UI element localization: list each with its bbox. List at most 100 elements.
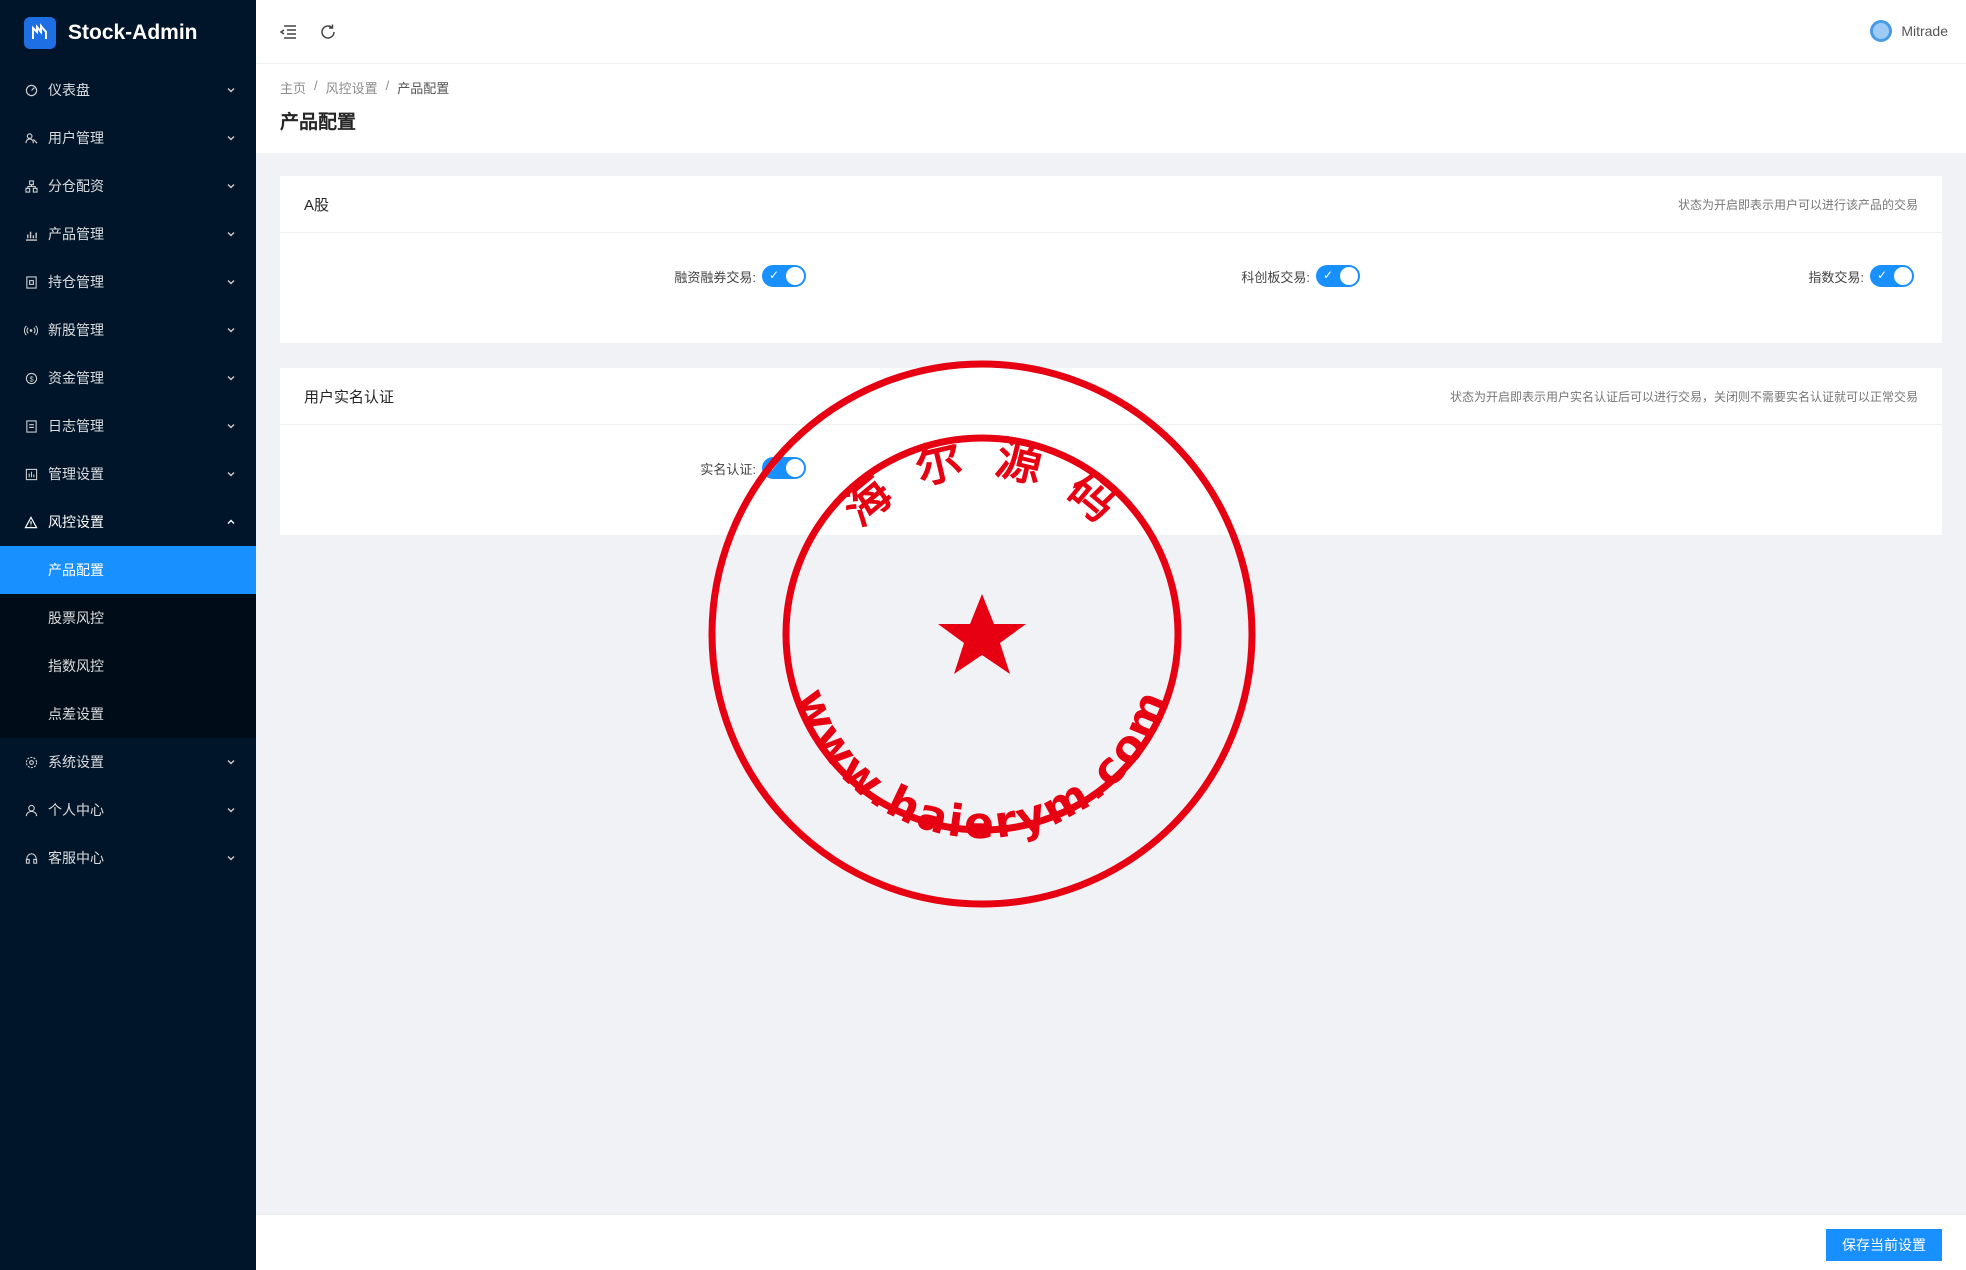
breadcrumb: 主页 / 风控设置 / 产品配置: [280, 78, 1942, 97]
card-title: 用户实名认证: [304, 388, 395, 406]
sidebar-item-label: 产品管理: [48, 226, 104, 242]
card-header: A股 状态为开启即表示用户可以进行该产品的交易: [280, 176, 1942, 233]
star-market-switch[interactable]: ✓: [1316, 265, 1360, 287]
realname-switch[interactable]: ✓: [762, 457, 806, 479]
breadcrumb-current: 产品配置: [397, 81, 450, 96]
card-hint: 状态为开启即表示用户实名认证后可以进行交易，关闭则不需要实名认证就可以正常交易: [1449, 389, 1918, 404]
field-label: 实名认证:: [700, 461, 756, 477]
sidebar-item-support[interactable]: 客服中心: [0, 834, 256, 882]
sidebar-item-label: 资金管理: [48, 370, 104, 386]
sidebar-item-logs[interactable]: 日志管理: [0, 402, 256, 450]
card-title: A股: [304, 196, 330, 214]
sidebar-item-users[interactable]: 用户管理: [0, 114, 256, 162]
sidebar-subitem-stock-risk[interactable]: 股票风控: [0, 594, 256, 642]
chevron-down-icon: [226, 373, 236, 383]
chevron-down-icon: [226, 133, 236, 143]
chevron-down-icon: [226, 757, 236, 767]
sidebar-item-label: 新股管理: [48, 322, 104, 338]
sidebar-item-system[interactable]: 系统设置: [0, 738, 256, 786]
sidebar-item-products[interactable]: 产品管理: [0, 210, 256, 258]
breadcrumb-separator: /: [314, 78, 318, 93]
index-trading-field: 指数交易: ✓: [1808, 265, 1914, 287]
breadcrumb-separator: /: [385, 78, 390, 93]
money-icon: $: [24, 371, 38, 385]
admin-icon: [24, 467, 38, 481]
page-title: 产品配置: [280, 112, 357, 133]
star-market-field: 科创板交易: ✓: [1241, 265, 1360, 287]
sidebar-item-admin[interactable]: 管理设置: [0, 450, 256, 498]
sidebar-item-allocation[interactable]: 分仓配资: [0, 162, 256, 210]
footer-bar: 保存当前设置: [256, 1214, 1966, 1270]
chevron-down-icon: [226, 85, 236, 95]
sidebar-item-label: 用户管理: [48, 130, 104, 146]
sidebar-subitem-product-config[interactable]: 产品配置: [0, 546, 256, 594]
chevron-down-icon: [226, 181, 236, 191]
cluster-icon: [24, 179, 38, 193]
sidebar-subitem-index-risk[interactable]: 指数风控: [0, 642, 256, 690]
chevron-down-icon: [226, 325, 236, 335]
chevron-down-icon: [226, 853, 236, 863]
card-body: 实名认证: ✓: [280, 425, 1942, 535]
sidebar-item-label: 系统设置: [48, 754, 104, 770]
sidebar-item-positions[interactable]: 持仓管理: [0, 258, 256, 306]
gear-icon: [24, 755, 38, 769]
logo[interactable]: Stock-Admin: [0, 0, 256, 66]
sidebar-subitem-spread-settings[interactable]: 点差设置: [0, 690, 256, 738]
sidebar-item-label: 风控设置: [48, 514, 104, 530]
sidebar-item-risk-control[interactable]: 风控设置: [0, 498, 256, 546]
chevron-down-icon: [226, 805, 236, 815]
field-label: 科创板交易:: [1241, 269, 1310, 285]
sidebar-item-label: 管理设置: [48, 466, 104, 482]
index-trading-switch[interactable]: ✓: [1870, 265, 1914, 287]
chevron-up-icon: [226, 517, 236, 527]
a-share-card: A股 状态为开启即表示用户可以进行该产品的交易 融资融券交易: ✓ 科创板交易:…: [280, 176, 1942, 343]
sidebar-item-label: 客服中心: [48, 850, 104, 866]
svg-text:$: $: [29, 374, 33, 383]
top-header: Mitrade: [256, 0, 1966, 64]
app-title: Stock-Admin: [68, 21, 198, 44]
card-hint: 状态为开启即表示用户可以进行该产品的交易: [1677, 197, 1918, 212]
breadcrumb-parent[interactable]: 风控设置: [326, 78, 378, 97]
username: Mitrade: [1901, 23, 1948, 39]
sidebar-item-personal[interactable]: 个人中心: [0, 786, 256, 834]
risk-control-submenu: 产品配置 股票风控 指数风控 点差设置: [0, 546, 256, 738]
avatar: [1870, 20, 1893, 42]
sidebar: Stock-Admin 仪表盘 用户管理 分仓配资 产品管理 持仓管理 新股管理…: [0, 0, 256, 1270]
user-menu[interactable]: Mitrade: [1870, 20, 1948, 42]
headset-icon: [24, 851, 38, 865]
watermark-bottom-text: www.haierym.com: [785, 681, 1176, 849]
chevron-down-icon: [226, 229, 236, 239]
realname-card: 用户实名认证 状态为开启即表示用户实名认证后可以进行交易，关闭则不需要实名认证就…: [280, 368, 1942, 535]
users-icon: [24, 131, 38, 145]
realname-field: 实名认证: ✓: [700, 457, 806, 479]
chevron-down-icon: [226, 469, 236, 479]
dashboard-icon: [24, 83, 38, 97]
chevron-down-icon: [226, 277, 236, 287]
user-icon: [24, 803, 38, 817]
sidebar-item-ipo[interactable]: 新股管理: [0, 306, 256, 354]
sidebar-item-label: 分仓配资: [48, 178, 104, 194]
position-icon: [24, 275, 38, 289]
sidebar-item-label: 持仓管理: [48, 274, 104, 290]
margin-trading-field: 融资融券交易: ✓: [674, 265, 806, 287]
sidebar-item-label: 日志管理: [48, 418, 104, 434]
field-label: 指数交易:: [1808, 269, 1864, 285]
card-header: 用户实名认证 状态为开启即表示用户实名认证后可以进行交易，关闭则不需要实名认证就…: [280, 368, 1942, 425]
warning-icon: [24, 515, 38, 529]
chevron-down-icon: [226, 421, 236, 431]
logo-icon: [24, 17, 56, 49]
page-header: 主页 / 风控设置 / 产品配置 产品配置: [256, 64, 1966, 153]
card-body: 融资融券交易: ✓ 科创板交易: ✓ 指数交易: ✓: [280, 233, 1942, 343]
sidebar-item-dashboard[interactable]: 仪表盘: [0, 66, 256, 114]
refresh-icon[interactable]: [318, 22, 338, 42]
save-settings-button[interactable]: 保存当前设置: [1826, 1229, 1942, 1261]
breadcrumb-home[interactable]: 主页: [280, 78, 306, 97]
margin-trading-switch[interactable]: ✓: [762, 265, 806, 287]
chart-icon: [24, 227, 38, 241]
sidebar-item-label: 仪表盘: [48, 82, 90, 98]
sidebar-item-label: 个人中心: [48, 802, 104, 818]
signal-icon: [24, 323, 38, 337]
svg-text:www.haierym.com: www.haierym.com: [785, 681, 1179, 849]
menu-fold-icon[interactable]: [278, 22, 298, 42]
sidebar-item-funds[interactable]: $ 资金管理: [0, 354, 256, 402]
